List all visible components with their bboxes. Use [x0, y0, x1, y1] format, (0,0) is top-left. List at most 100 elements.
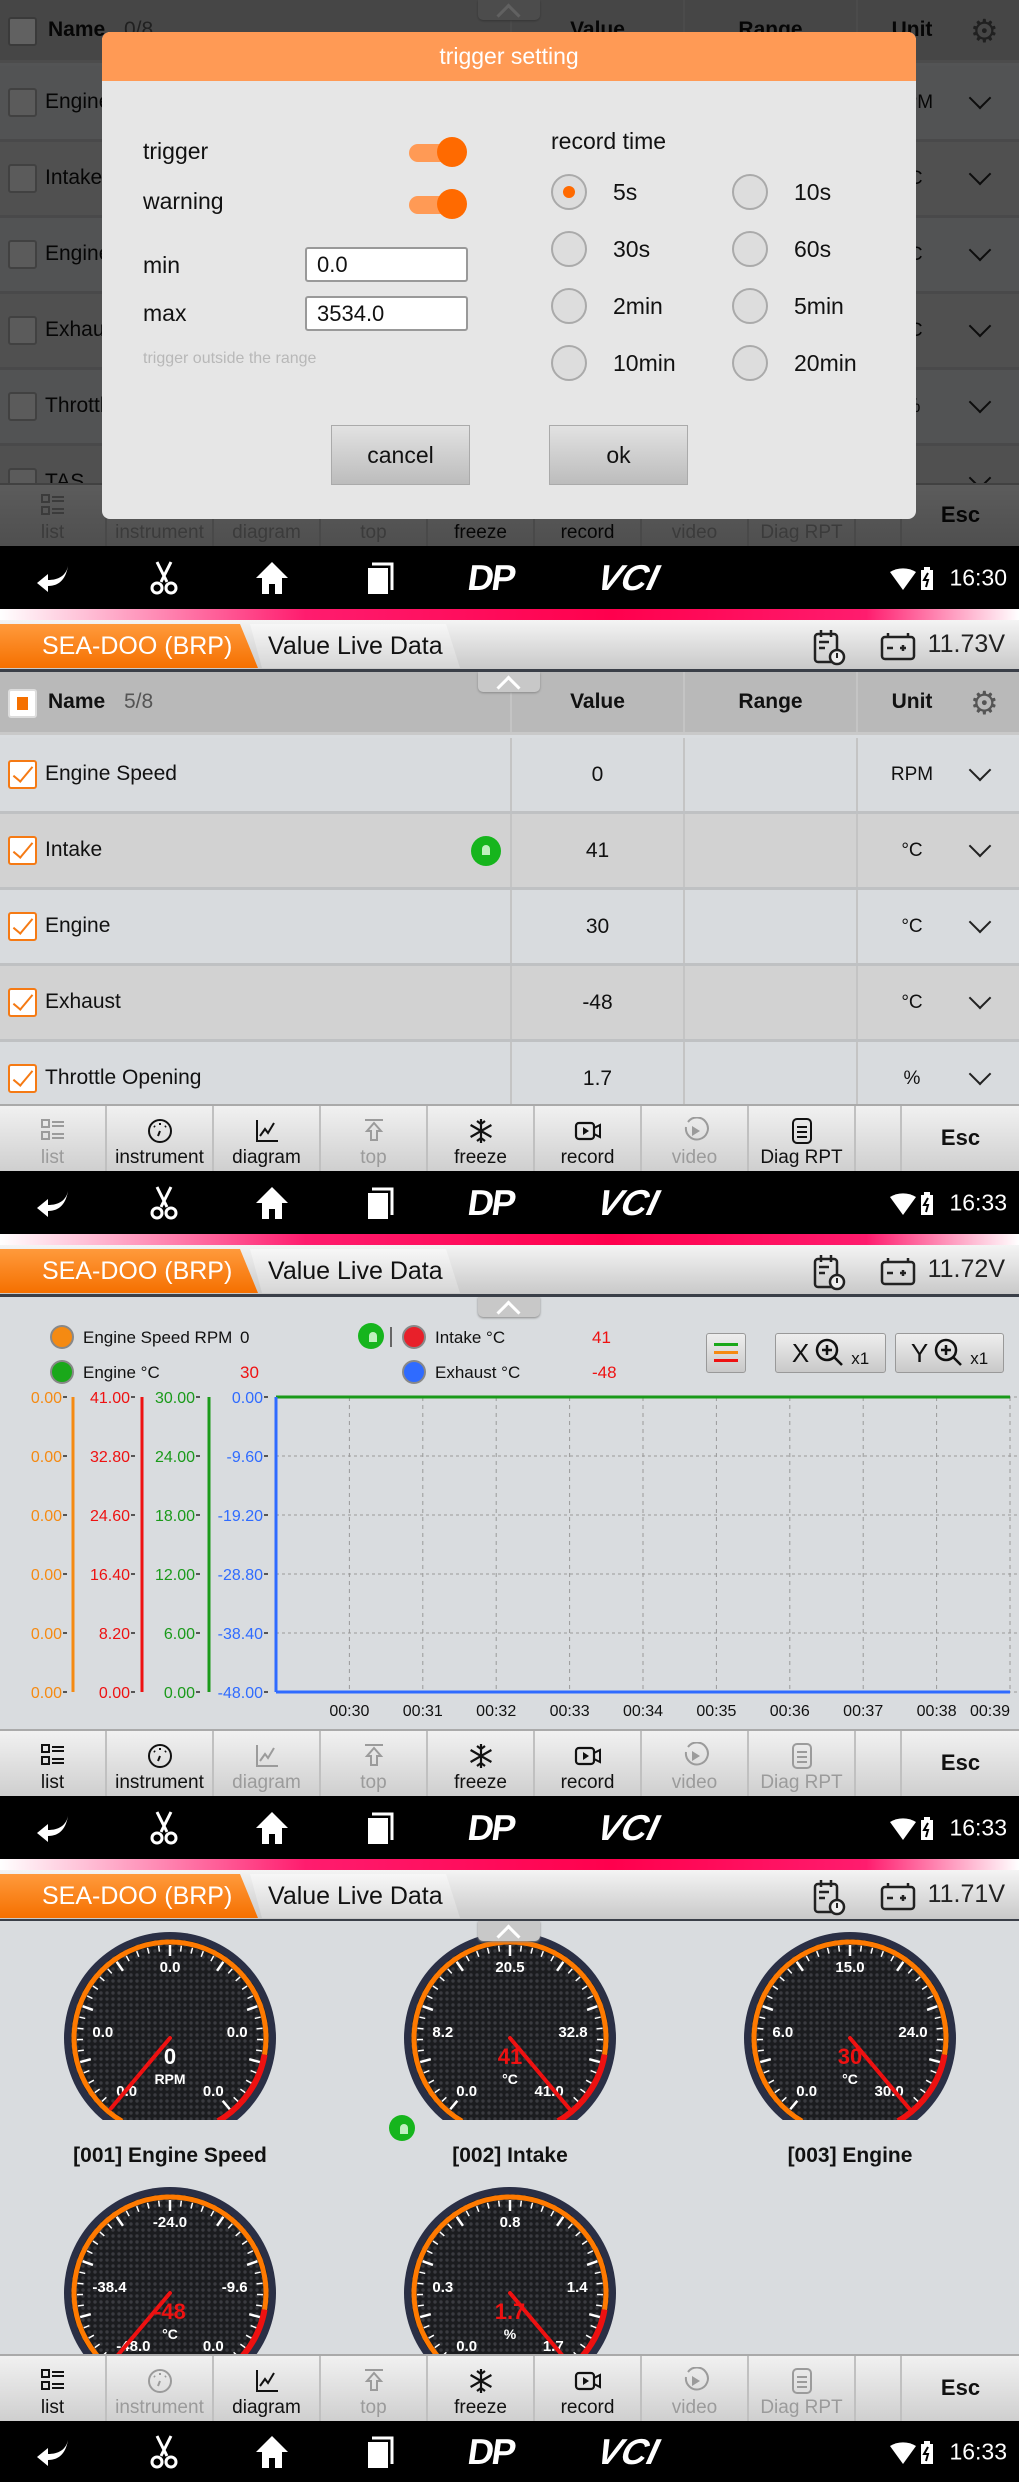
toolbar-instrument-button[interactable]: instrument [107, 1731, 214, 1796]
dp-logo[interactable]: DP [465, 557, 517, 599]
dp-logo[interactable]: DP [465, 1182, 517, 1224]
scissors-icon[interactable] [144, 1808, 184, 1848]
chevron-down-icon[interactable] [968, 834, 992, 858]
record-time-radio[interactable] [551, 288, 587, 324]
brand-tab[interactable]: SEA-DOO (BRP) [0, 624, 258, 668]
wifi-icon[interactable] [888, 1808, 918, 1848]
calendar-clock-icon[interactable] [812, 628, 846, 666]
table-row[interactable]: Intake 41 °C [0, 814, 1019, 890]
record-time-radio[interactable] [551, 231, 587, 267]
scissors-icon[interactable] [144, 2432, 184, 2472]
dp-logo[interactable]: DP [465, 2431, 517, 2473]
vci-logo[interactable]: VCI [593, 1182, 663, 1224]
settings-gear-icon[interactable]: ⚙ [970, 684, 999, 722]
table-row[interactable]: Throttle Opening 1.7% [0, 1042, 1019, 1104]
chevron-down-icon[interactable] [968, 910, 992, 934]
toolbar-video-button[interactable]: video [642, 2356, 749, 2421]
calendar-clock-icon[interactable] [812, 1878, 846, 1916]
max-input[interactable]: 3534.0 [305, 296, 468, 331]
esc-button[interactable]: Esc [902, 2356, 1019, 2421]
toolbar-record-button[interactable]: record [535, 1106, 642, 1171]
record-time-radio[interactable] [551, 174, 587, 210]
chevron-down-icon[interactable] [968, 758, 992, 782]
brand-tab[interactable]: SEA-DOO (BRP) [0, 1249, 258, 1293]
scissors-icon[interactable] [144, 558, 184, 598]
page-tab[interactable]: Value Live Data [250, 1874, 460, 1918]
back-icon[interactable] [34, 1183, 74, 1223]
toolbar-list-button[interactable]: list [0, 1731, 107, 1796]
row-checkbox[interactable] [8, 912, 37, 941]
toolbar-list-button[interactable]: list [0, 2356, 107, 2421]
vci-logo[interactable]: VCI [593, 1807, 663, 1849]
dp-logo[interactable]: DP [465, 1807, 517, 1849]
home-icon[interactable] [252, 1808, 292, 1848]
collapse-handle[interactable] [478, 1921, 540, 1941]
toolbar-instrument-button[interactable]: instrument [107, 1106, 214, 1171]
row-checkbox[interactable] [8, 760, 37, 789]
warning-toggle[interactable] [409, 189, 467, 219]
row-checkbox[interactable] [8, 988, 37, 1017]
toolbar-freeze-button[interactable]: freeze [428, 1106, 535, 1171]
vci-logo[interactable]: VCI [593, 557, 663, 599]
battery-icon[interactable] [918, 2432, 936, 2472]
toolbar-freeze-button[interactable]: freeze [428, 1731, 535, 1796]
toolbar-diagram-button[interactable]: diagram [214, 1731, 321, 1796]
toolbar-video-button[interactable]: video [642, 1731, 749, 1796]
home-icon[interactable] [252, 558, 292, 598]
back-icon[interactable] [34, 2432, 74, 2472]
name-column-header[interactable]: Name [48, 690, 105, 714]
recent-apps-icon[interactable] [360, 1808, 400, 1848]
toolbar-freeze-button[interactable]: freeze [428, 2356, 535, 2421]
recent-apps-icon[interactable] [360, 558, 400, 598]
chevron-down-icon[interactable] [968, 1062, 992, 1086]
trigger-toggle[interactable] [409, 137, 467, 167]
collapse-handle[interactable] [478, 672, 540, 692]
toolbar-diag-rpt-button[interactable]: Diag RPT [749, 2356, 856, 2421]
toolbar-instrument-button[interactable]: instrument [107, 2356, 214, 2421]
calendar-clock-icon[interactable] [812, 1253, 846, 1291]
home-icon[interactable] [252, 1183, 292, 1223]
toolbar-top-button[interactable]: top [321, 1106, 428, 1171]
table-row[interactable]: Exhaust -48 °C [0, 966, 1019, 1042]
recent-apps-icon[interactable] [360, 2432, 400, 2472]
toolbar-top-button[interactable]: top [321, 2356, 428, 2421]
ok-button[interactable]: ok [549, 425, 688, 485]
min-input[interactable]: 0.0 [305, 247, 468, 282]
brand-tab[interactable]: SEA-DOO (BRP) [0, 1874, 258, 1918]
wifi-icon[interactable] [888, 558, 918, 598]
toolbar-diag-rpt-button[interactable]: Diag RPT [749, 1731, 856, 1796]
toolbar-diag-rpt-button[interactable]: Diag RPT [749, 1106, 856, 1171]
recent-apps-icon[interactable] [360, 1183, 400, 1223]
vci-logo[interactable]: VCI [593, 2431, 663, 2473]
record-time-radio[interactable] [732, 288, 768, 324]
toolbar-record-button[interactable]: record [535, 1731, 642, 1796]
wifi-icon[interactable] [888, 1183, 918, 1223]
toolbar-diagram-button[interactable]: diagram [214, 1106, 321, 1171]
table-row[interactable]: Engine 30 °C [0, 890, 1019, 966]
toolbar-top-button[interactable]: top [321, 1731, 428, 1796]
cancel-button[interactable]: cancel [331, 425, 470, 485]
scissors-icon[interactable] [144, 1183, 184, 1223]
esc-button[interactable]: Esc [902, 1106, 1019, 1171]
home-icon[interactable] [252, 2432, 292, 2472]
back-icon[interactable] [34, 558, 74, 598]
toolbar-diagram-button[interactable]: diagram [214, 2356, 321, 2421]
record-time-radio[interactable] [732, 174, 768, 210]
record-time-radio[interactable] [732, 345, 768, 381]
esc-button[interactable]: Esc [902, 1731, 1019, 1796]
wifi-icon[interactable] [888, 2432, 918, 2472]
battery-icon[interactable] [918, 1808, 936, 1848]
row-checkbox[interactable] [8, 836, 37, 865]
chevron-down-icon[interactable] [968, 986, 992, 1010]
record-time-radio[interactable] [551, 345, 587, 381]
battery-icon[interactable] [918, 558, 936, 598]
toolbar-video-button[interactable]: video [642, 1106, 749, 1171]
toolbar-record-button[interactable]: record [535, 2356, 642, 2421]
row-checkbox[interactable] [8, 1064, 37, 1093]
page-tab[interactable]: Value Live Data [250, 624, 460, 668]
record-time-radio[interactable] [732, 231, 768, 267]
select-all-checkbox[interactable] [8, 689, 37, 718]
table-row[interactable]: Engine Speed 0 RPM [0, 738, 1019, 814]
battery-icon[interactable] [918, 1183, 936, 1223]
toolbar-list-button[interactable]: list [0, 1106, 107, 1171]
